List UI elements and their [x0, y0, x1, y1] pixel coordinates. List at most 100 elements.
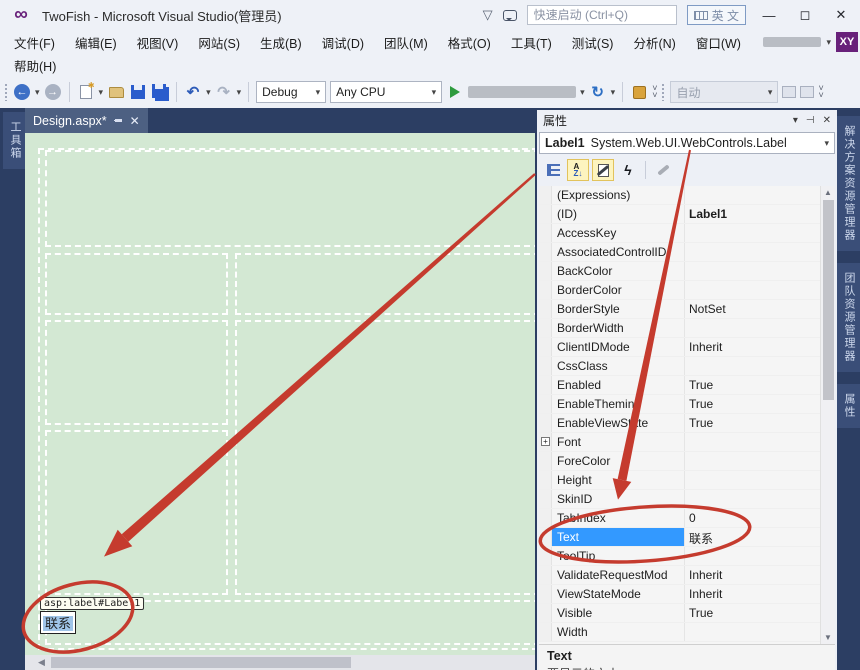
table-cell-header[interactable] [45, 150, 535, 247]
menu-item-2[interactable]: 视图(V) [127, 30, 189, 55]
redo-dropdown-icon[interactable]: ▾ [237, 87, 242, 98]
property-row-associatedcontrolid[interactable]: AssociatedControlID [539, 243, 835, 262]
property-value[interactable] [685, 224, 835, 242]
close-button[interactable]: ✕ [828, 7, 854, 23]
property-name[interactable]: CssClass [552, 357, 685, 375]
property-name[interactable]: ViewStateMode [552, 585, 685, 603]
ime-indicator[interactable]: 英 文 [687, 5, 746, 25]
platform-combo[interactable]: Any CPU▾ [330, 81, 442, 103]
toolbox-tab[interactable]: 工具箱 [3, 112, 27, 169]
property-name[interactable]: SkinID [552, 490, 685, 508]
horizontal-scroll-thumb[interactable] [51, 657, 351, 668]
menu-item-0[interactable]: 文件(F) [4, 30, 65, 55]
property-row-accesskey[interactable]: AccessKey [539, 224, 835, 243]
pin-icon[interactable] [114, 116, 123, 125]
quick-launch-input[interactable]: 快速启动 (Ctrl+Q) [527, 5, 677, 25]
toolbar-grip[interactable] [4, 83, 9, 101]
start-debug-button[interactable] [446, 83, 464, 101]
alphabetical-button[interactable]: AZ↓ [567, 159, 589, 181]
property-row-enabletheming[interactable]: EnableThemingTrue [539, 395, 835, 414]
property-row-bordercolor[interactable]: BorderColor [539, 281, 835, 300]
property-value[interactable]: 0 [685, 509, 835, 527]
refresh-button[interactable]: ↻ [589, 83, 607, 101]
new-file-dropdown-icon[interactable]: ▾ [99, 87, 104, 98]
property-value[interactable] [685, 490, 835, 508]
property-row-skinid[interactable]: SkinID [539, 490, 835, 509]
property-value[interactable]: True [685, 395, 835, 413]
property-name[interactable]: ValidateRequestMod [552, 566, 685, 584]
vertical-scroll-thumb[interactable] [823, 200, 834, 400]
undo-button[interactable]: ↶ [184, 83, 202, 101]
design-surface[interactable]: asp:label#Label1 联系 [25, 133, 535, 655]
property-name[interactable]: BorderWidth [552, 319, 685, 337]
minimize-button[interactable]: — [756, 8, 782, 23]
property-name[interactable]: BorderStyle [552, 300, 685, 318]
property-row-borderstyle[interactable]: BorderStyleNotSet [539, 300, 835, 319]
right-tab-0[interactable]: 解决方案资源管理器 [837, 116, 860, 251]
property-name[interactable]: EnableTheming [552, 395, 685, 413]
property-value[interactable] [685, 262, 835, 280]
scroll-left-icon[interactable]: ◀ [38, 657, 45, 668]
debug-configuration-combo[interactable]: Debug▾ [256, 81, 326, 103]
navigate-back-button[interactable]: ← [13, 83, 31, 101]
property-value[interactable]: Inherit [685, 338, 835, 356]
property-row-tooltip[interactable]: ToolTip [539, 547, 835, 566]
property-row-viewstatemode[interactable]: ViewStateModeInherit [539, 585, 835, 604]
property-value[interactable]: Inherit [685, 585, 835, 603]
property-row-forecolor[interactable]: ForeColor [539, 452, 835, 471]
table-cell-right-tall[interactable] [235, 320, 535, 595]
property-row-height[interactable]: Height [539, 471, 835, 490]
menu-item-5[interactable]: 调试(D) [312, 30, 374, 55]
property-row-font[interactable]: +Font [539, 433, 835, 452]
property-row-enableviewstate[interactable]: EnableViewStateTrue [539, 414, 835, 433]
toolbar-grip-2[interactable] [661, 83, 666, 101]
menu-item-6[interactable]: 团队(M) [374, 30, 438, 55]
object-selector-combo[interactable]: Label1 System.Web.UI.WebControls.Label ▾ [539, 132, 835, 154]
user-dropdown-icon[interactable]: ▾ [826, 37, 831, 48]
property-value[interactable]: True [685, 604, 835, 622]
feedback-icon[interactable] [503, 10, 517, 21]
property-name[interactable]: EnableViewState [552, 414, 685, 432]
property-name[interactable]: AssociatedControlID [552, 243, 685, 261]
menu-item-9[interactable]: 测试(S) [562, 30, 624, 55]
notifications-icon[interactable]: ▽ [483, 7, 493, 23]
property-name[interactable]: ForeColor [552, 452, 685, 470]
open-file-button[interactable] [107, 83, 125, 101]
property-name[interactable]: AccessKey [552, 224, 685, 242]
menu-item-7[interactable]: 格式(O) [438, 30, 501, 55]
property-name[interactable]: Visible [552, 604, 685, 622]
property-value[interactable]: Inherit [685, 566, 835, 584]
right-tab-1[interactable]: 团队资源管理器 [837, 263, 860, 372]
categorized-button[interactable] [542, 159, 564, 181]
property-row-borderwidth[interactable]: BorderWidth [539, 319, 835, 338]
start-dropdown-icon[interactable]: ▾ [580, 87, 585, 98]
panel-menu-icon[interactable]: ▾ [793, 115, 798, 126]
property-row-id[interactable]: (ID)Label1 [539, 205, 835, 224]
property-row-enabled[interactable]: EnabledTrue [539, 376, 835, 395]
horizontal-scrollbar[interactable]: ◀ [25, 655, 535, 670]
new-file-button[interactable] [77, 83, 95, 101]
property-row-tabindex[interactable]: TabIndex0 [539, 509, 835, 528]
tab-close-icon[interactable]: ✕ [130, 114, 140, 128]
document-tab[interactable]: Design.aspx* ✕ [25, 108, 148, 133]
property-value[interactable]: 联系 [685, 528, 835, 546]
undo-dropdown-icon[interactable]: ▾ [206, 87, 211, 98]
property-row-clientidmode[interactable]: ClientIDModeInherit [539, 338, 835, 357]
property-value[interactable] [685, 471, 835, 489]
maximize-button[interactable]: ◻ [792, 7, 818, 23]
property-grid-scrollbar[interactable]: ▲ ▼ [820, 186, 835, 644]
property-row-validaterequestmod[interactable]: ValidateRequestModInherit [539, 566, 835, 585]
right-tab-2[interactable]: 属性 [837, 384, 860, 428]
user-avatar[interactable]: XY [836, 32, 858, 52]
menu-item-10[interactable]: 分析(N) [623, 30, 685, 55]
property-row-cssclass[interactable]: CssClass [539, 357, 835, 376]
property-name[interactable]: (ID) [552, 205, 685, 223]
navigate-forward-button[interactable]: → [44, 83, 62, 101]
toolbar-overflow-icon[interactable]: ˅˅ [652, 85, 657, 99]
property-value[interactable]: True [685, 376, 835, 394]
save-all-button[interactable] [151, 83, 169, 101]
property-name[interactable]: Font [552, 433, 685, 451]
property-value[interactable] [685, 186, 835, 204]
property-row-width[interactable]: Width [539, 623, 835, 642]
property-name[interactable]: (Expressions) [552, 186, 685, 204]
